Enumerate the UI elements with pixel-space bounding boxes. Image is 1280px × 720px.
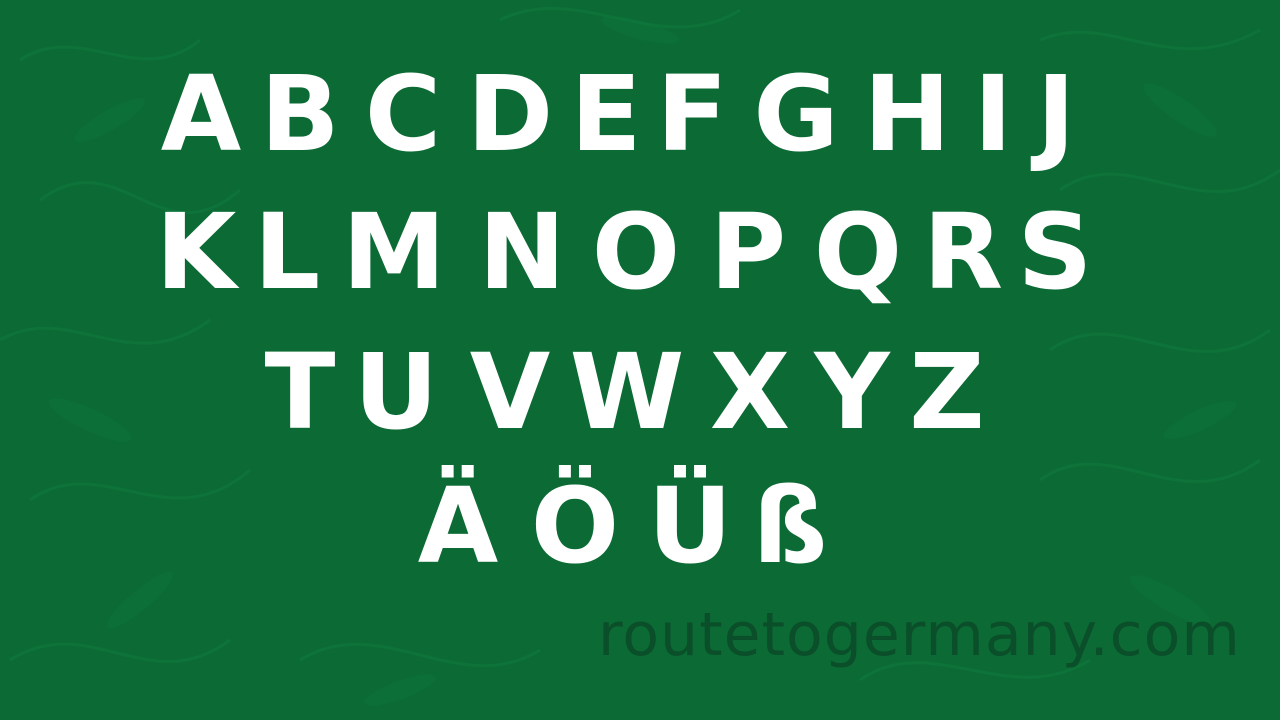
letter-v: V [469,331,551,453]
letter-o-umlaut: Ö [530,465,620,587]
letter-f: F [656,53,728,175]
letter-n: N [478,191,566,313]
letter-a-umlaut: Ä [417,465,499,587]
letter-z: Z [909,331,985,453]
letter-r: R [922,191,1004,313]
letter-t: T [264,331,336,453]
letter-g: G [753,53,839,175]
letter-i: I [973,53,1013,175]
letter-m: M [342,191,446,313]
letter-p: P [709,191,787,313]
letter-u: U [353,331,439,453]
letter-w: W [569,331,685,453]
letter-e: E [570,53,642,175]
watermark-text: routetogermany.com [598,600,1241,670]
letter-a: A [160,53,242,175]
letter-d: D [466,53,554,175]
letter-l: L [253,191,321,313]
letter-s: S [1017,191,1093,313]
letter-u-umlaut: Ü [647,465,733,587]
letter-y: Y [814,331,890,453]
letter-q: Q [813,191,903,313]
letter-j: J [1036,53,1076,175]
letter-c: C [364,53,442,175]
letter-o: O [591,191,681,313]
letter-h: H [863,53,951,175]
letter-b: B [260,53,340,175]
letter-x: X [709,331,791,453]
letter-eszett: ß [752,465,828,587]
letter-k: K [155,191,237,313]
